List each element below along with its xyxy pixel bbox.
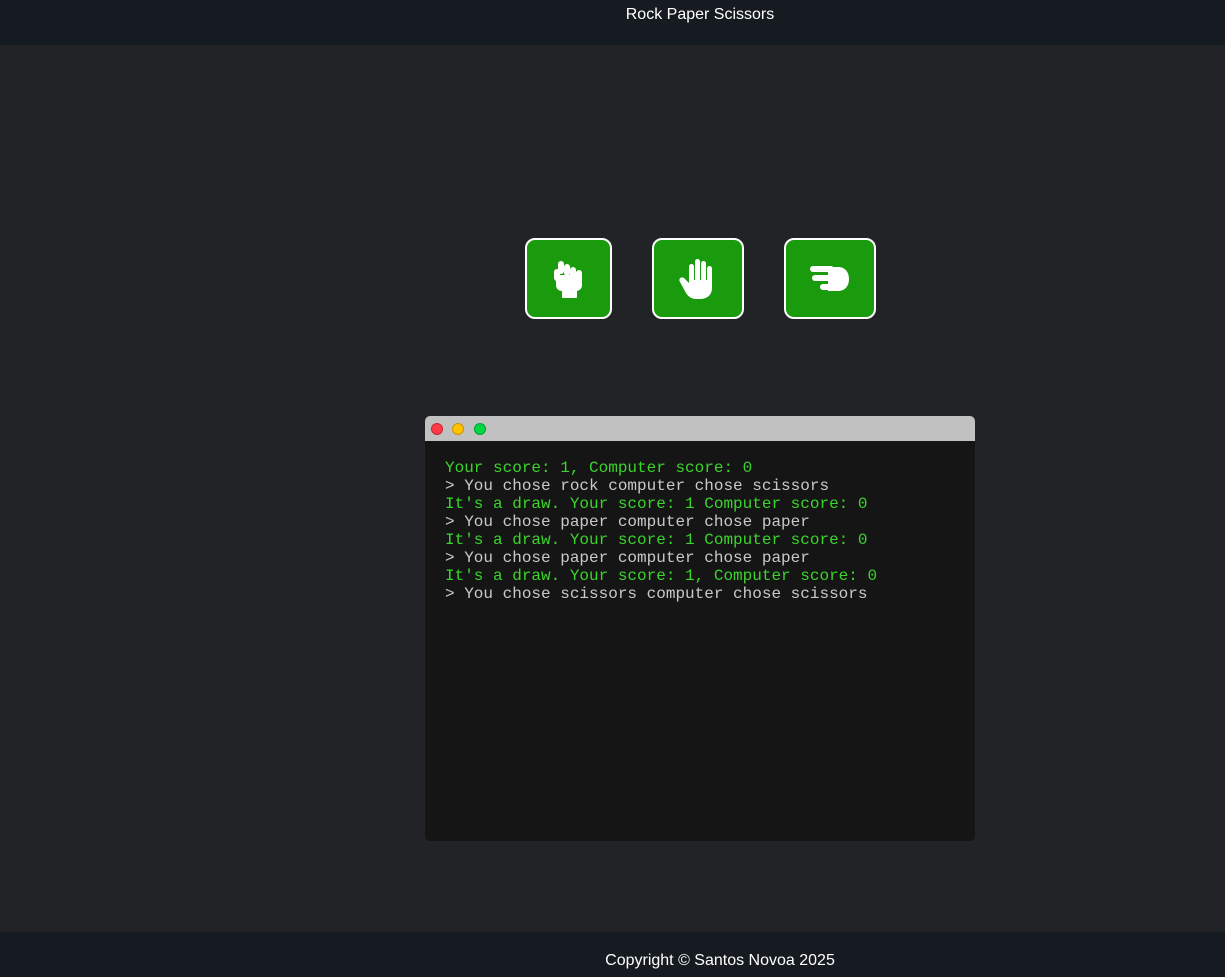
page-title: Rock Paper Scissors xyxy=(625,6,775,23)
hand-scissors-icon xyxy=(810,265,849,291)
terminal-line: It's a draw. Your score: 1 Computer scor… xyxy=(445,495,868,513)
terminal-line: > You chose paper computer chose paper xyxy=(445,513,810,531)
maximize-dot-icon xyxy=(474,423,486,435)
copyright-text: Copyright © Santos Novoa 2025 xyxy=(605,952,835,969)
footer-bar: Copyright © Santos Novoa 2025 xyxy=(0,932,1225,977)
close-dot-icon xyxy=(431,423,443,435)
terminal-title-bar xyxy=(425,416,975,441)
terminal-output: Your score: 1, Computer score: 0 > You c… xyxy=(425,441,975,621)
terminal-line: It's a draw. Your score: 1 Computer scor… xyxy=(445,531,868,549)
scissors-button[interactable] xyxy=(784,238,876,319)
terminal-line: It's a draw. Your score: 1, Computer sco… xyxy=(445,567,878,585)
terminal-line: > You chose scissors computer chose scis… xyxy=(445,585,868,603)
terminal-window: Your score: 1, Computer score: 0 > You c… xyxy=(425,416,975,841)
header-bar: Rock Paper Scissors xyxy=(0,0,1225,45)
hand-paper-icon xyxy=(679,258,712,299)
paper-button[interactable] xyxy=(652,238,744,319)
hand-rock-icon xyxy=(553,260,582,298)
terminal-line: > You chose paper computer chose paper xyxy=(445,549,810,567)
minimize-dot-icon xyxy=(452,423,464,435)
terminal-line: Your score: 1, Computer score: 0 xyxy=(445,459,753,477)
rock-button[interactable] xyxy=(525,238,612,319)
terminal-line: > You chose rock computer chose scissors xyxy=(445,477,830,495)
